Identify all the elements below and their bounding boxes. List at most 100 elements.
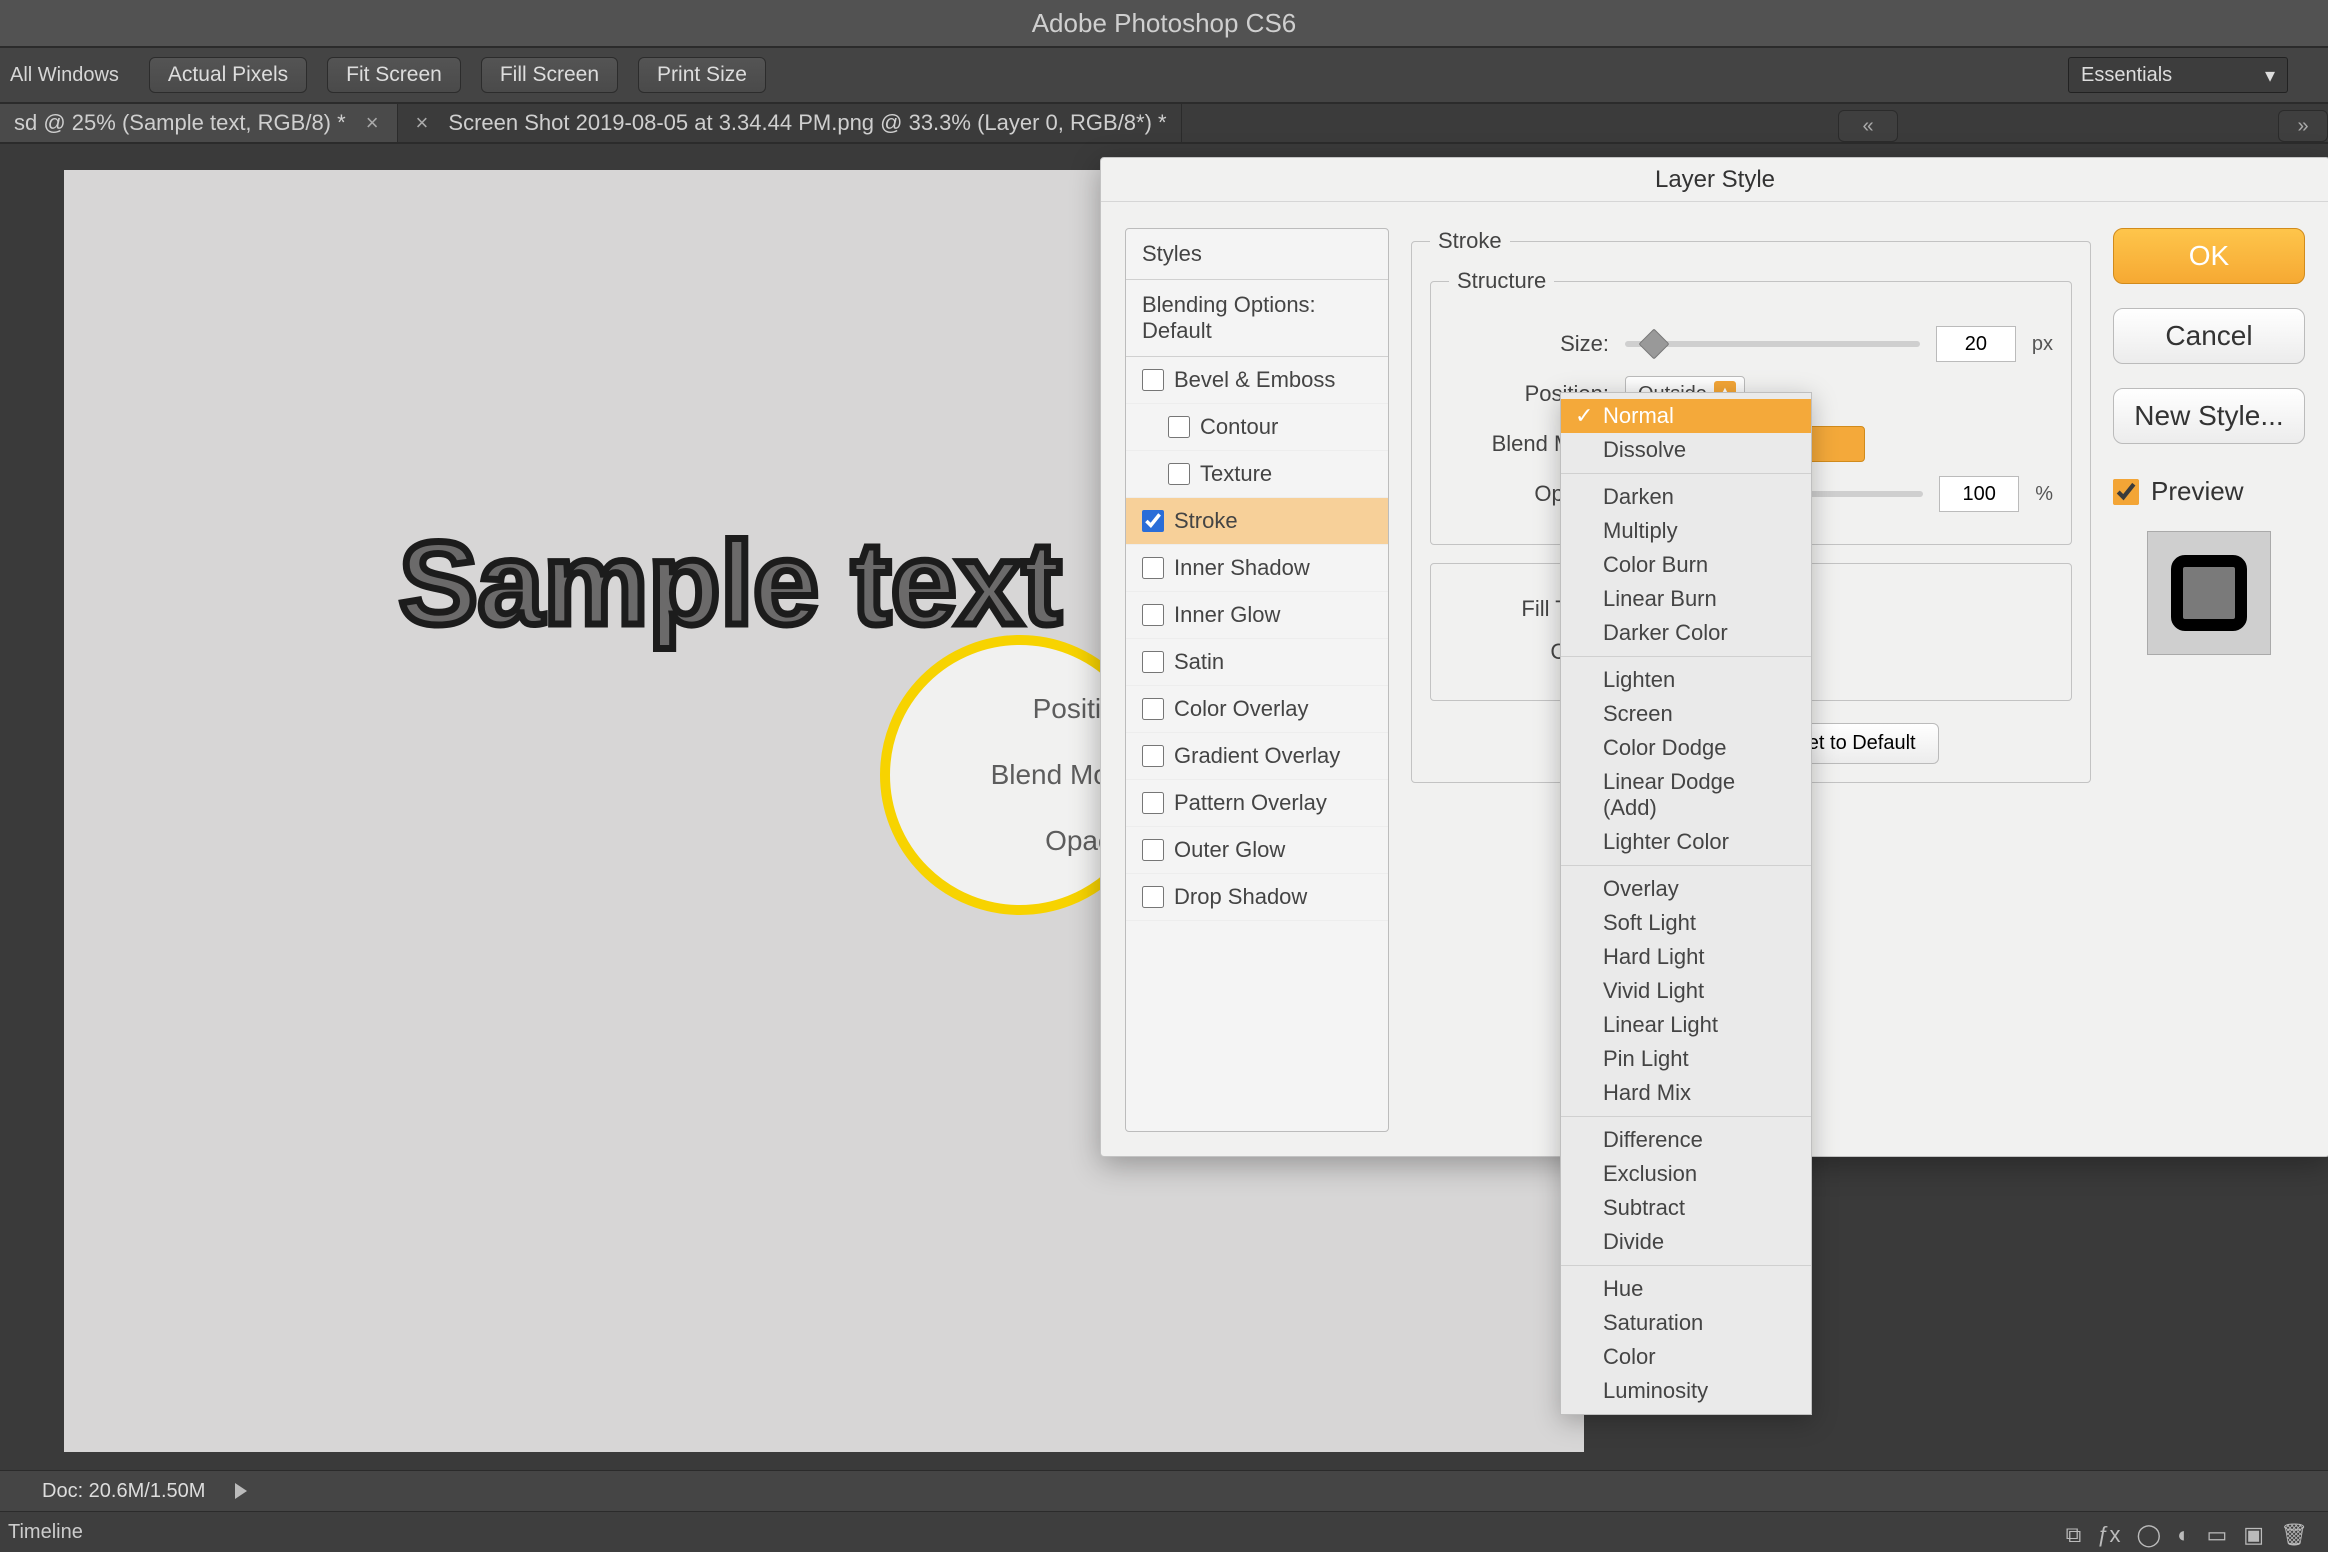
style-item-checkbox[interactable] xyxy=(1142,839,1164,861)
blend-mode-option-screen[interactable]: Screen xyxy=(1561,697,1811,731)
blend-mode-option-darker-color[interactable]: Darker Color xyxy=(1561,616,1811,650)
size-unit: px xyxy=(2032,333,2053,356)
styles-sidebar: Styles Blending Options: Default Bevel &… xyxy=(1125,228,1389,1132)
style-item-checkbox[interactable] xyxy=(1168,416,1190,438)
style-item-inner-shadow[interactable]: Inner Shadow xyxy=(1126,545,1388,592)
slider-thumb-icon[interactable] xyxy=(1638,328,1669,359)
group-icon[interactable]: ▭ xyxy=(2206,1522,2227,1548)
actual-pixels-button[interactable]: Actual Pixels xyxy=(149,57,307,93)
style-item-checkbox[interactable] xyxy=(1142,604,1164,626)
blend-mode-option-soft-light[interactable]: Soft Light xyxy=(1561,906,1811,940)
blend-mode-option-color[interactable]: Color xyxy=(1561,1340,1811,1374)
chevron-down-icon: ▾ xyxy=(2265,63,2275,88)
blend-mode-option-multiply[interactable]: Multiply xyxy=(1561,514,1811,548)
style-item-checkbox[interactable] xyxy=(1142,792,1164,814)
close-icon[interactable]: × xyxy=(362,110,383,136)
blend-mode-option-difference[interactable]: Difference xyxy=(1561,1123,1811,1157)
style-item-satin[interactable]: Satin xyxy=(1126,639,1388,686)
blend-mode-option-lighten[interactable]: Lighten xyxy=(1561,663,1811,697)
workspace-switcher[interactable]: Essentials ▾ xyxy=(2068,57,2288,93)
link-icon[interactable]: ⧉ xyxy=(2066,1522,2082,1548)
style-item-checkbox[interactable] xyxy=(1142,651,1164,673)
fit-screen-button[interactable]: Fit Screen xyxy=(327,57,461,93)
style-item-drop-shadow[interactable]: Drop Shadow xyxy=(1126,874,1388,921)
blend-mode-option-color-dodge[interactable]: Color Dodge xyxy=(1561,731,1811,765)
style-item-checkbox[interactable] xyxy=(1168,463,1190,485)
style-item-checkbox[interactable] xyxy=(1142,886,1164,908)
style-item-label: Inner Glow xyxy=(1174,602,1280,628)
trash-icon[interactable]: 🗑 xyxy=(2280,1522,2308,1548)
style-item-label: Pattern Overlay xyxy=(1174,790,1327,816)
size-row: Size: px xyxy=(1449,326,2053,362)
size-slider[interactable] xyxy=(1625,341,1920,347)
blending-options-header[interactable]: Blending Options: Default xyxy=(1126,280,1388,357)
blend-mode-option-color-burn[interactable]: Color Burn xyxy=(1561,548,1811,582)
blend-mode-option-hard-mix[interactable]: Hard Mix xyxy=(1561,1076,1811,1110)
options-bar: All Windows Actual Pixels Fit Screen Fil… xyxy=(0,48,2328,104)
style-item-gradient-overlay[interactable]: Gradient Overlay xyxy=(1126,733,1388,780)
document-tab-0[interactable]: sd @ 25% (Sample text, RGB/8) * × xyxy=(0,104,398,142)
blend-mode-option-vivid-light[interactable]: Vivid Light xyxy=(1561,974,1811,1008)
style-item-bevel-emboss[interactable]: Bevel & Emboss xyxy=(1126,357,1388,404)
blend-mode-option-saturation[interactable]: Saturation xyxy=(1561,1306,1811,1340)
style-item-checkbox[interactable] xyxy=(1142,745,1164,767)
style-item-pattern-overlay[interactable]: Pattern Overlay xyxy=(1126,780,1388,827)
cancel-button[interactable]: Cancel xyxy=(2113,308,2305,364)
opacity-input[interactable] xyxy=(1939,476,2019,512)
style-item-contour[interactable]: Contour xyxy=(1126,404,1388,451)
panel-expand-handle[interactable]: » xyxy=(2278,110,2328,142)
preview-toggle[interactable]: Preview xyxy=(2113,476,2305,507)
blend-mode-option-exclusion[interactable]: Exclusion xyxy=(1561,1157,1811,1191)
blend-mode-option-hard-light[interactable]: Hard Light xyxy=(1561,940,1811,974)
document-tab-label: Screen Shot 2019-08-05 at 3.34.44 PM.png… xyxy=(448,110,1166,136)
style-item-inner-glow[interactable]: Inner Glow xyxy=(1126,592,1388,639)
app-title: Adobe Photoshop CS6 xyxy=(1032,8,1297,39)
blend-mode-option-subtract[interactable]: Subtract xyxy=(1561,1191,1811,1225)
blend-mode-popup[interactable]: NormalDissolveDarkenMultiplyColor BurnLi… xyxy=(1560,392,1812,1415)
style-item-stroke[interactable]: Stroke xyxy=(1126,498,1388,545)
blend-mode-option-normal[interactable]: Normal xyxy=(1561,399,1811,433)
fill-screen-button[interactable]: Fill Screen xyxy=(481,57,618,93)
print-size-button[interactable]: Print Size xyxy=(638,57,766,93)
timeline-panel-tab[interactable]: Timeline ⧉ ƒx ◯ ◐ ▭ ▣ 🗑 xyxy=(0,1512,2328,1552)
opacity-unit: % xyxy=(2035,483,2053,506)
style-item-texture[interactable]: Texture xyxy=(1126,451,1388,498)
style-item-checkbox[interactable] xyxy=(1142,698,1164,720)
blend-mode-option-overlay[interactable]: Overlay xyxy=(1561,872,1811,906)
dialog-right-column: OK Cancel New Style... Preview xyxy=(2113,228,2305,1132)
new-style-button[interactable]: New Style... xyxy=(2113,388,2305,444)
all-windows-toggle[interactable]: All Windows xyxy=(0,58,129,93)
style-item-checkbox[interactable] xyxy=(1142,369,1164,391)
styles-header[interactable]: Styles xyxy=(1126,229,1388,280)
app-titlebar: Adobe Photoshop CS6 xyxy=(0,0,2328,48)
style-item-checkbox[interactable] xyxy=(1142,557,1164,579)
adjustment-icon[interactable]: ◐ xyxy=(2177,1522,2190,1548)
blend-mode-option-lighter-color[interactable]: Lighter Color xyxy=(1561,825,1811,859)
dialog-title: Layer Style xyxy=(1101,158,2328,202)
layer-panel-icons: ⧉ ƒx ◯ ◐ ▭ ▣ 🗑 xyxy=(2066,1522,2308,1548)
document-tabs: sd @ 25% (Sample text, RGB/8) * × × Scre… xyxy=(0,104,2328,144)
blend-mode-option-linear-burn[interactable]: Linear Burn xyxy=(1561,582,1811,616)
blend-mode-option-darken[interactable]: Darken xyxy=(1561,480,1811,514)
style-item-color-overlay[interactable]: Color Overlay xyxy=(1126,686,1388,733)
blend-mode-option-dissolve[interactable]: Dissolve xyxy=(1561,433,1811,467)
blend-mode-option-linear-dodge-add-[interactable]: Linear Dodge (Add) xyxy=(1561,765,1811,825)
ok-button[interactable]: OK xyxy=(2113,228,2305,284)
panel-collapse-handle[interactable]: « xyxy=(1838,110,1898,142)
preview-checkbox[interactable] xyxy=(2113,479,2139,505)
size-input[interactable] xyxy=(1936,326,2016,362)
thumbnail-shape xyxy=(2171,555,2247,631)
blend-mode-option-pin-light[interactable]: Pin Light xyxy=(1561,1042,1811,1076)
style-item-outer-glow[interactable]: Outer Glow xyxy=(1126,827,1388,874)
new-layer-icon[interactable]: ▣ xyxy=(2243,1522,2264,1548)
document-tab-1[interactable]: × Screen Shot 2019-08-05 at 3.34.44 PM.p… xyxy=(398,104,1182,142)
blend-mode-option-luminosity[interactable]: Luminosity xyxy=(1561,1374,1811,1408)
blend-mode-option-hue[interactable]: Hue xyxy=(1561,1272,1811,1306)
style-item-checkbox[interactable] xyxy=(1142,510,1164,532)
disclosure-triangle-icon[interactable] xyxy=(235,1483,247,1499)
close-icon[interactable]: × xyxy=(412,110,433,136)
fx-icon[interactable]: ƒx xyxy=(2097,1522,2120,1548)
mask-icon[interactable]: ◯ xyxy=(2137,1522,2162,1548)
blend-mode-option-divide[interactable]: Divide xyxy=(1561,1225,1811,1259)
blend-mode-option-linear-light[interactable]: Linear Light xyxy=(1561,1008,1811,1042)
